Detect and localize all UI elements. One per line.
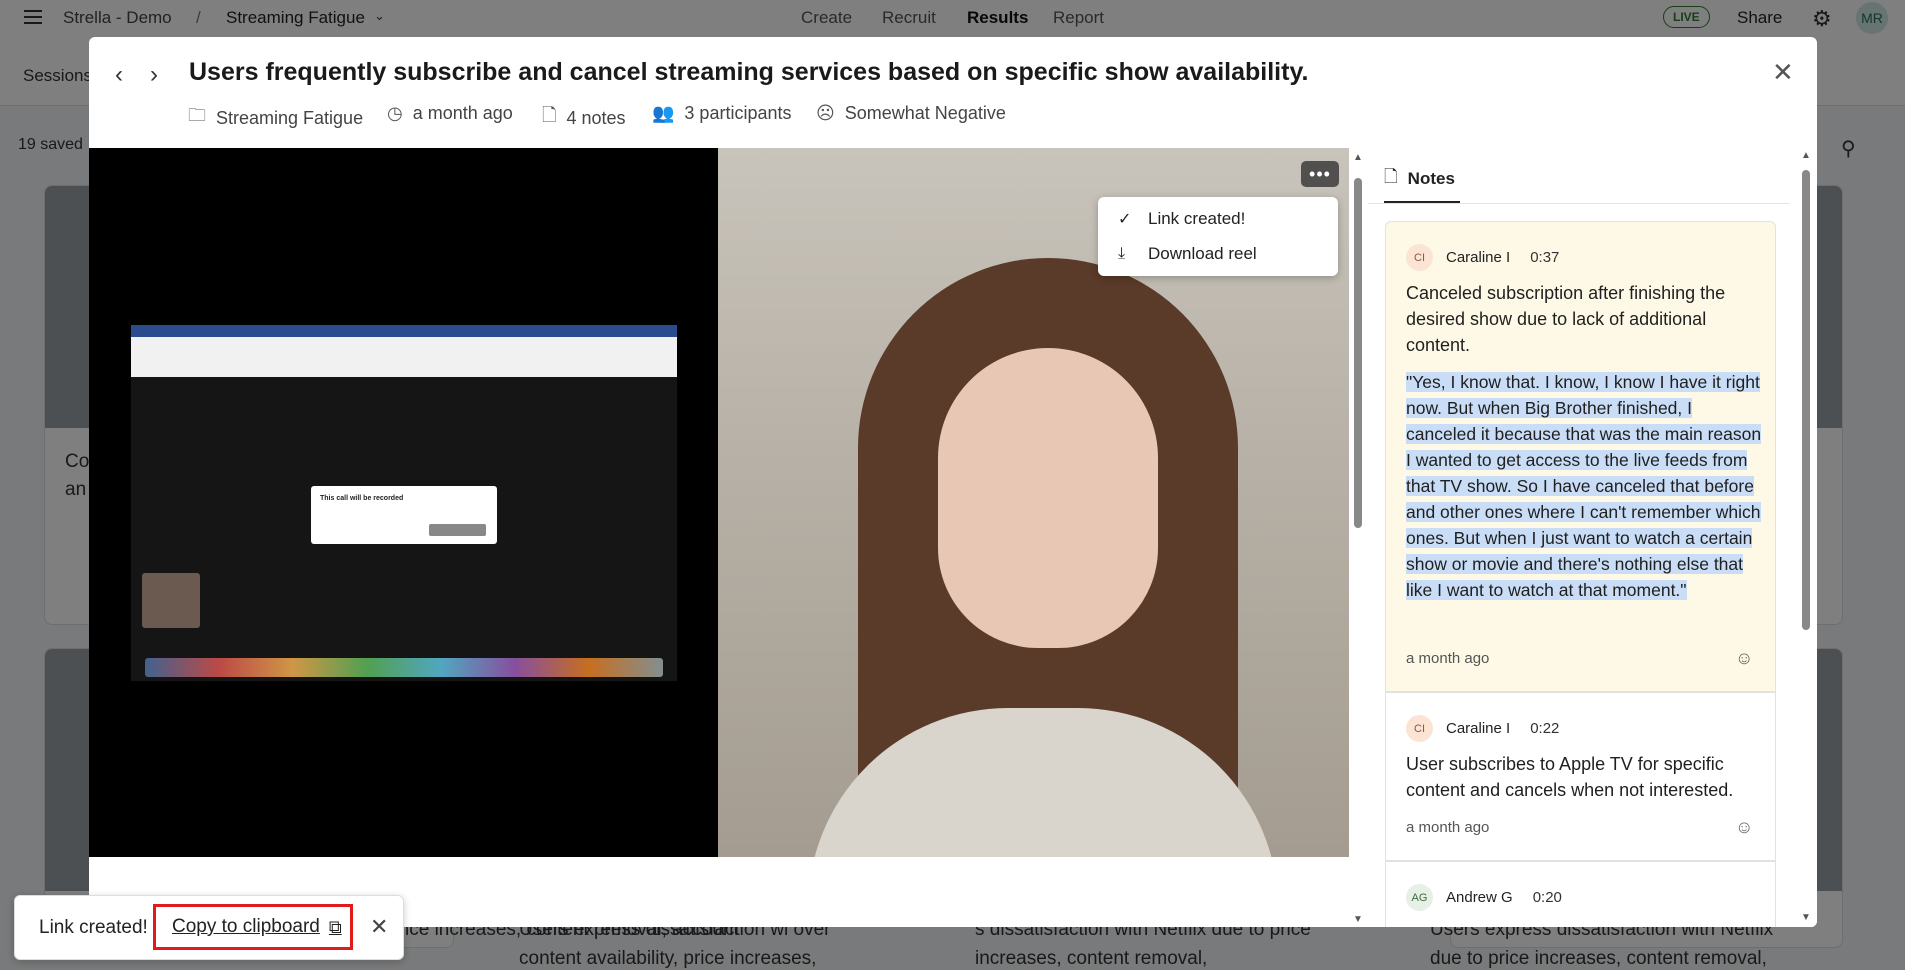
scrollbar-thumb[interactable] xyxy=(1354,178,1362,528)
note-timestamp[interactable]: 0:22 xyxy=(1530,720,1559,737)
author-avatar: CI xyxy=(1406,715,1433,742)
note-summary: Canceled subscription after finishing th… xyxy=(1406,283,1726,355)
link-toast: Link created! Copy to clipboard ⧉ ✕ xyxy=(14,895,404,960)
shared-screen-feed: This call will be recorded xyxy=(89,148,718,857)
tab-notes[interactable]: 🗋 Notes xyxy=(1384,164,1455,193)
clock-icon: ◷ xyxy=(387,103,403,123)
emoji-reaction-icon[interactable]: ☺ xyxy=(1735,817,1753,838)
emoji-reaction-icon[interactable]: ☺ xyxy=(1735,648,1753,669)
menu-item-label: Link created! xyxy=(1148,209,1246,228)
insight-modal: ‹ › Users frequently subscribe and cance… xyxy=(89,37,1817,927)
scrollbar-thumb[interactable] xyxy=(1802,170,1810,630)
tab-notes-label: Notes xyxy=(1407,168,1455,188)
screen-browser xyxy=(131,337,677,377)
quote-text: "Yes, I know that. I know, I know I have… xyxy=(1406,372,1762,600)
download-icon: ⤓ xyxy=(1118,245,1126,262)
meta-sentiment-label: Somewhat Negative xyxy=(844,103,1006,123)
screen-dialog-title: This call will be recorded xyxy=(320,495,404,502)
meta-project-label: Streaming Fatigue xyxy=(216,107,364,128)
modal-title: Users frequently subscribe and cancel st… xyxy=(189,58,1309,86)
participant-face xyxy=(938,348,1158,648)
notes-panel: 🗋 Notes CI Caraline I 0:37 Canceled subs… xyxy=(1368,148,1817,927)
author-name: Caraline I xyxy=(1446,249,1511,266)
meta-project: 🗀 Streaming Fatigue xyxy=(188,103,363,133)
copy-to-clipboard-button[interactable]: Copy to clipboard ⧉ xyxy=(153,904,353,950)
note-icon: 🗋 xyxy=(1384,167,1398,186)
users-icon: 👥 xyxy=(652,103,675,123)
copy-icon: ⧉ xyxy=(328,916,342,937)
meta-time: ◷ a month ago xyxy=(387,103,513,124)
meta-time-label: a month ago xyxy=(412,103,513,123)
sad-face-icon: ☹ xyxy=(816,103,835,123)
folder-icon: 🗀 xyxy=(188,105,206,125)
scroll-up-icon[interactable]: ▲ xyxy=(1801,150,1811,161)
copy-label: Copy to clipboard xyxy=(172,916,320,937)
note-quote: "Yes, I know that. I know, I know I have… xyxy=(1406,369,1764,603)
note-card[interactable]: AG Andrew G 0:20 xyxy=(1385,861,1776,927)
note-icon: 🗋 xyxy=(542,105,557,125)
video-player[interactable]: This call will be recorded ••• ✓ Link cr… xyxy=(89,148,1349,857)
meta-participants: 👥 3 participants xyxy=(652,103,791,124)
note-timestamp[interactable]: 0:37 xyxy=(1530,249,1559,266)
menu-item-link-created[interactable]: ✓ Link created! xyxy=(1118,209,1245,229)
chevron-left-icon[interactable]: ‹ xyxy=(115,61,123,89)
note-author: CI Caraline I 0:22 xyxy=(1406,715,1559,742)
divider xyxy=(1368,203,1790,204)
chevron-right-icon[interactable]: › xyxy=(150,61,158,89)
more-options-button[interactable]: ••• xyxy=(1301,161,1339,187)
note-timestamp[interactable]: 0:20 xyxy=(1533,889,1562,906)
toast-message: Link created! xyxy=(39,917,148,938)
meta-notes-label: 4 notes xyxy=(566,107,626,128)
author-name: Caraline I xyxy=(1446,720,1511,737)
note-summary: User subscribes to Apple TV for specific… xyxy=(1406,754,1734,800)
scroll-up-icon[interactable]: ▲ xyxy=(1353,152,1363,163)
meta-participants-label: 3 participants xyxy=(684,103,792,123)
author-avatar: CI xyxy=(1406,244,1433,271)
screen-dialog-button xyxy=(429,524,486,536)
scroll-down-icon[interactable]: ▼ xyxy=(1353,914,1363,925)
modal-scrollbar[interactable]: ▲ ▼ xyxy=(1351,148,1365,927)
author-name: Andrew G xyxy=(1446,889,1513,906)
check-icon: ✓ xyxy=(1118,211,1132,228)
menu-item-download-reel[interactable]: ⤓ Download reel xyxy=(1118,244,1257,264)
screen-pip xyxy=(142,573,200,628)
note-author: CI Caraline I 0:37 xyxy=(1406,244,1559,271)
author-avatar: AG xyxy=(1406,884,1433,911)
close-icon[interactable]: ✕ xyxy=(1772,57,1794,88)
screen-dock xyxy=(145,658,663,677)
note-card[interactable]: CI Caraline I 0:37 Canceled subscription… xyxy=(1385,221,1776,692)
screen-dialog: This call will be recorded xyxy=(311,486,497,544)
menu-item-label: Download reel xyxy=(1148,244,1257,263)
note-card[interactable]: CI Caraline I 0:22 User subscribes to Ap… xyxy=(1385,692,1776,861)
note-time-ago: a month ago xyxy=(1406,819,1490,836)
note-time-ago: a month ago xyxy=(1406,650,1490,667)
meta-sentiment: ☹ Somewhat Negative xyxy=(816,103,1006,124)
meta-notes: 🗋 4 notes xyxy=(542,103,626,133)
note-author: AG Andrew G 0:20 xyxy=(1406,884,1562,911)
close-icon[interactable]: ✕ xyxy=(370,914,388,940)
notes-scrollbar[interactable]: ▲ ▼ xyxy=(1799,148,1813,927)
scroll-down-icon[interactable]: ▼ xyxy=(1801,912,1811,923)
options-menu: ✓ Link created! ⤓ Download reel xyxy=(1098,197,1338,276)
screen-menubar xyxy=(131,325,677,337)
shared-screen: This call will be recorded xyxy=(131,325,677,681)
